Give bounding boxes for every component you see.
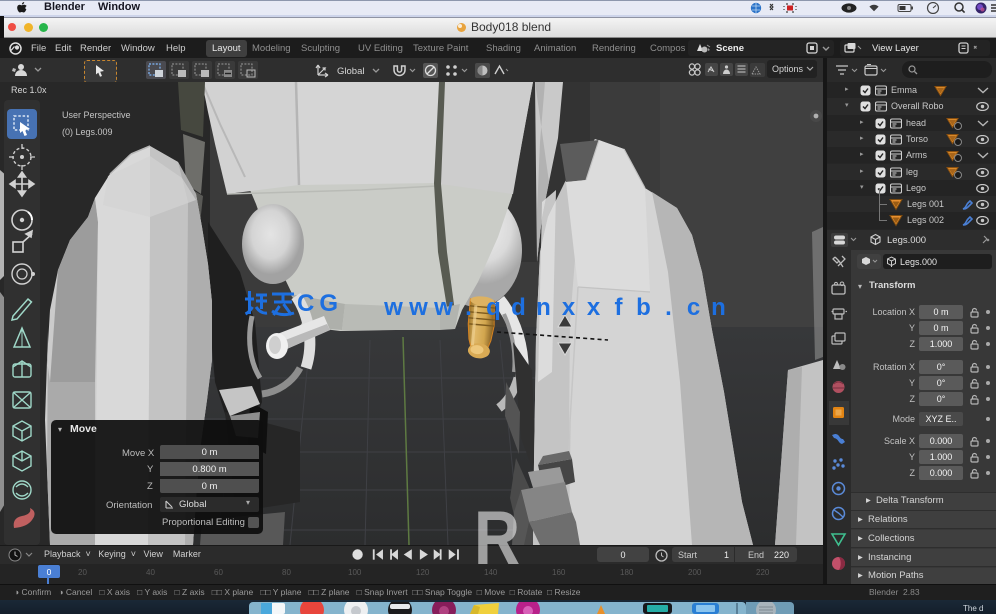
svg-text:Global: Global [337,66,364,77]
